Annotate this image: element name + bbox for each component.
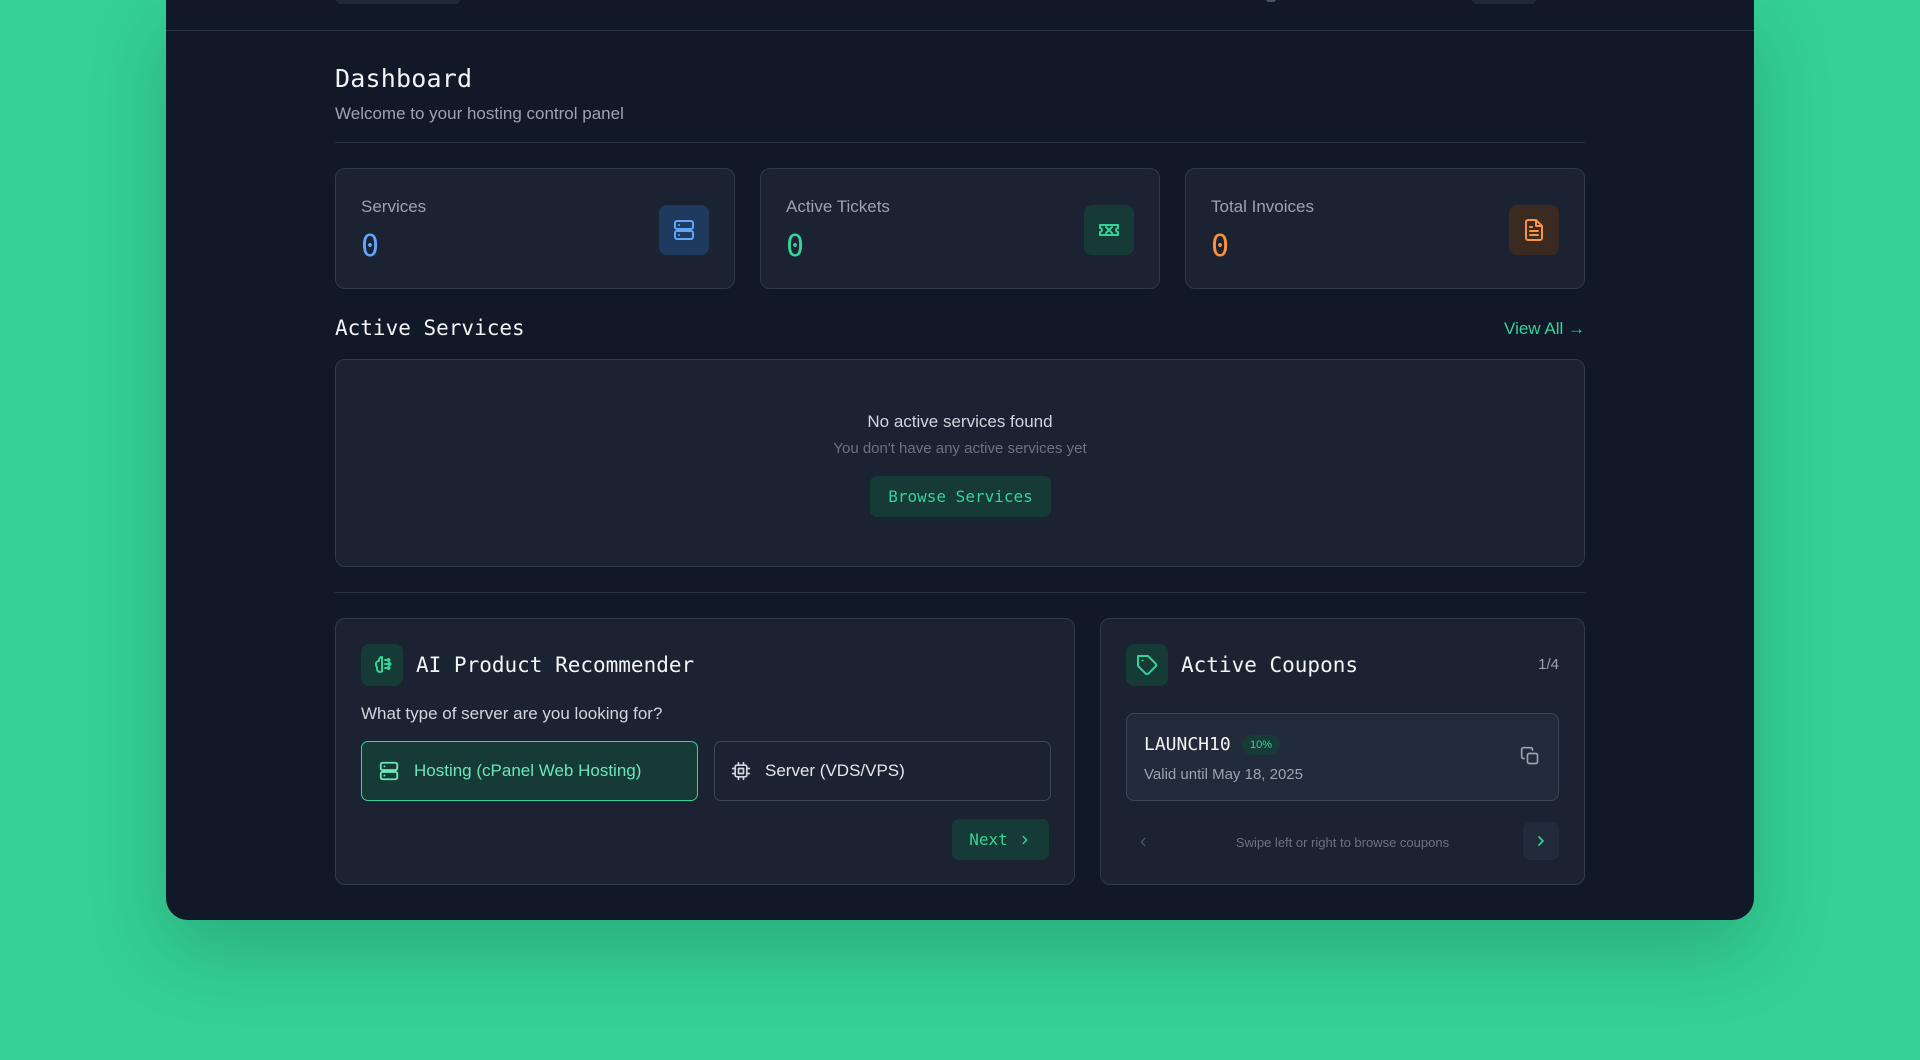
ticket-icon <box>1084 205 1134 255</box>
section-title-active-services: Active Services <box>335 316 525 340</box>
divider <box>335 592 1585 593</box>
chevron-right-icon <box>1022 835 1028 844</box>
discount-badge: 10% <box>1242 735 1281 755</box>
nav-stub <box>336 0 460 4</box>
chevron-right-icon <box>1538 836 1544 846</box>
tag-icon <box>1126 644 1168 686</box>
cpu-icon <box>731 761 751 781</box>
option-label: Hosting (cPanel Web Hosting) <box>414 761 642 780</box>
recommender-question: What type of server are you looking for? <box>361 704 663 723</box>
stat-value: 0 <box>1211 229 1230 264</box>
empty-title: No active services found <box>867 412 1053 431</box>
stat-value: 0 <box>786 229 805 264</box>
page-title: Dashboard <box>335 64 473 93</box>
card-title: Active Coupons <box>1181 653 1359 677</box>
option-server[interactable]: Server (VDS/VPS) <box>714 741 1051 801</box>
server-icon <box>379 761 399 781</box>
nav-stub <box>1472 0 1536 4</box>
browse-services-button[interactable]: Browse Services <box>870 476 1051 517</box>
coupon-counter: 1/4 <box>1538 656 1559 673</box>
brain-icon <box>361 644 403 686</box>
chevron-left-icon[interactable] <box>1136 835 1150 854</box>
option-hosting[interactable]: Hosting (cPanel Web Hosting) <box>361 741 698 801</box>
ai-recommender-card: AI Product Recommender What type of serv… <box>335 618 1075 885</box>
active-coupons-card: Active Coupons 1/4 LAUNCH10 10% Valid un… <box>1100 618 1585 885</box>
coupon-validity: Valid until May 18, 2025 <box>1144 766 1303 783</box>
coupon-next-button[interactable] <box>1523 822 1559 860</box>
stat-card-tickets: Active Tickets 0 <box>760 168 1160 289</box>
server-icon <box>659 205 709 255</box>
top-navigation-bar <box>166 0 1754 31</box>
coupon-code: LAUNCH10 <box>1144 734 1231 755</box>
empty-services-panel: No active services found You don't have … <box>335 359 1585 567</box>
nav-stub <box>1266 0 1276 2</box>
option-label: Server (VDS/VPS) <box>765 761 905 780</box>
coupon-item: LAUNCH10 10% Valid until May 18, 2025 <box>1126 713 1559 801</box>
stat-value: 0 <box>361 229 380 264</box>
stat-label: Active Tickets <box>786 197 890 216</box>
empty-subtitle: You don't have any active services yet <box>833 440 1087 457</box>
swipe-hint: Swipe left or right to browse coupons <box>1235 835 1450 850</box>
stat-label: Services <box>361 197 427 216</box>
card-title: AI Product Recommender <box>416 653 695 677</box>
dashboard-window: Dashboard Welcome to your hosting contro… <box>166 0 1754 920</box>
invoice-icon <box>1509 205 1559 255</box>
stat-label: Total Invoices <box>1211 197 1314 216</box>
divider <box>335 142 1585 143</box>
stat-card-invoices: Total Invoices 0 <box>1185 168 1585 289</box>
next-button[interactable]: Next <box>952 819 1049 860</box>
stat-card-services: Services 0 <box>335 168 735 289</box>
page-subtitle: Welcome to your hosting control panel <box>335 104 624 123</box>
copy-icon[interactable] <box>1520 746 1540 771</box>
view-all-link[interactable]: View All → <box>1504 319 1585 339</box>
next-label: Next <box>969 830 1008 849</box>
